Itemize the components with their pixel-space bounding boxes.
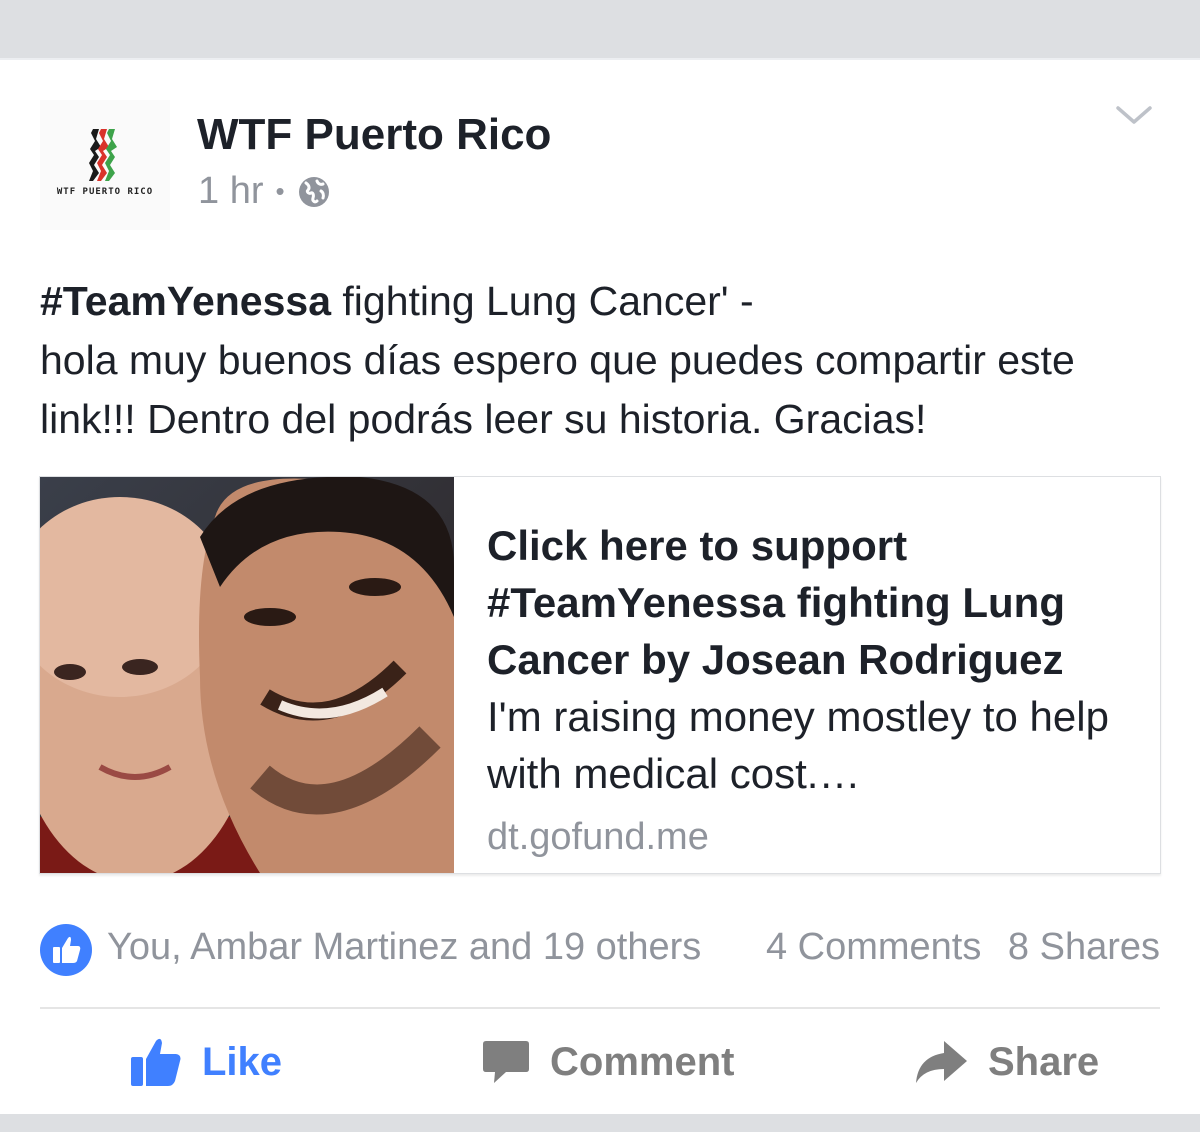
engagement-counts: 4 Comments 8 Shares — [766, 926, 1160, 969]
reactions-bar: You, Ambar Martinez and 19 others 4 Comm… — [40, 922, 1160, 976]
link-title[interactable]: Click here to support #TeamYenessa fight… — [487, 517, 1147, 688]
meta-separator: • — [275, 176, 285, 206]
chevron-down-icon[interactable] — [1114, 104, 1154, 128]
thumbs-up-icon[interactable] — [40, 924, 92, 976]
link-body[interactable]: Click here to support #TeamYenessa fight… — [487, 517, 1147, 859]
like-icon — [131, 1038, 181, 1086]
like-button[interactable]: Like — [130, 1032, 282, 1092]
logo-icon — [89, 129, 117, 181]
share-label: Share — [988, 1039, 1100, 1084]
link-photo[interactable] — [40, 477, 454, 873]
reactions-text[interactable]: You, Ambar Martinez and 19 others — [107, 926, 701, 969]
bottom-gray-band — [0, 1114, 1200, 1132]
comments-count[interactable]: 4 Comments — [766, 926, 981, 968]
action-divider — [40, 1007, 1160, 1009]
post-hashtag[interactable]: #TeamYenessa — [40, 278, 331, 324]
globe-icon[interactable] — [297, 175, 331, 209]
comment-label: Comment — [550, 1039, 735, 1084]
post-text-body: hola muy buenos días espero que puedes c… — [40, 337, 1075, 442]
share-icon — [916, 1041, 967, 1083]
page-avatar[interactable]: WTF PUERTO RICO — [40, 100, 170, 230]
top-divider — [0, 58, 1200, 60]
share-button[interactable]: Share — [914, 1032, 1099, 1092]
comment-button[interactable]: Comment — [482, 1032, 734, 1092]
link-preview-card[interactable]: Click here to support #TeamYenessa fight… — [39, 476, 1161, 874]
logo-text: WTF PUERTO RICO — [56, 187, 154, 197]
comment-icon — [483, 1041, 529, 1083]
shares-count[interactable]: 8 Shares — [1008, 926, 1160, 968]
post-text-line1: fighting Lung Cancer' - — [331, 278, 754, 324]
page-name[interactable]: WTF Puerto Rico — [197, 110, 551, 160]
post-time[interactable]: 1 hr — [198, 170, 263, 213]
link-domain: dt.gofund.me — [487, 816, 709, 858]
like-label: Like — [202, 1039, 283, 1084]
link-description: I'm raising money mostley to help with m… — [487, 693, 1109, 797]
post-meta: 1 hr • — [198, 170, 331, 213]
top-gray-band — [0, 0, 1200, 58]
post-text: #TeamYenessa fighting Lung Cancer' - hol… — [40, 272, 1170, 449]
